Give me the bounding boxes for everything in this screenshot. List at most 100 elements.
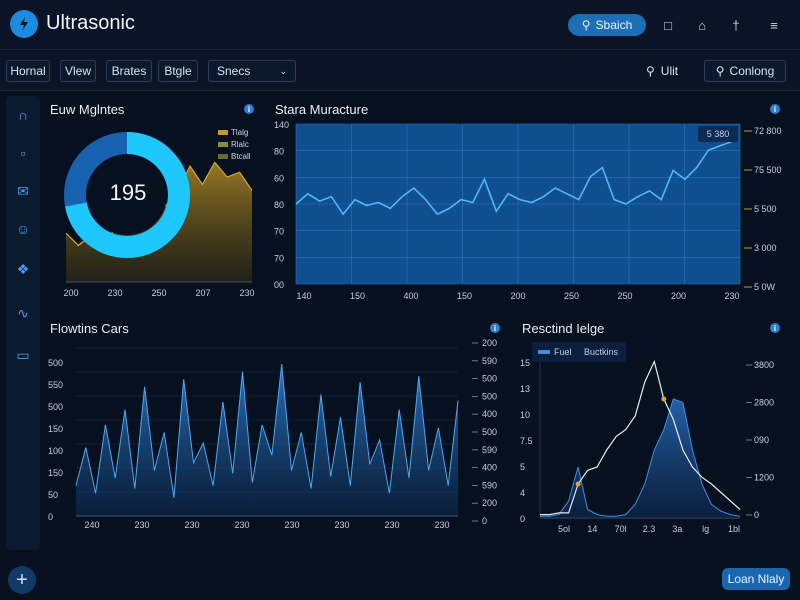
puzzle-icon[interactable]: ❖ (11, 258, 35, 280)
y-right-tick-label: 590 (482, 445, 497, 455)
chevron-down-icon: ⌄ (279, 65, 287, 76)
chart-4-combo: Fuel Buctkins 15 13 10 7.5 5 4 0 5ol 14 70l 2.3 3a lg 1… (520, 342, 774, 534)
y-right-tick-label: 590 (482, 356, 497, 366)
sidebar: ∩ ▫ ✉ ☺ ❖ ∿ ▭ (6, 96, 40, 550)
controls-dropdown[interactable]: ⚲ Conlong (704, 60, 786, 82)
y-tick-label: 80 (274, 200, 284, 210)
y-right-tick-label: 0 (754, 510, 759, 520)
chart-3-area: 500550500150100150500240 230 230 230 230 230 2… (48, 338, 497, 530)
x-tick-label: 230 (434, 520, 449, 530)
info-icon[interactable]: i (490, 323, 500, 333)
segment-view[interactable]: Vlew (60, 60, 96, 82)
panel-title-3: Flowtins Cars (50, 321, 129, 336)
x-tick-label: 150 (457, 291, 472, 301)
y-tick-label: 550 (48, 380, 63, 390)
x-tick-label: lg (702, 524, 709, 534)
info-icon[interactable]: i (770, 323, 780, 333)
y-tick-label: 500 (48, 402, 63, 412)
x-tick-label: 230 (234, 520, 249, 530)
y-right-tick-label: 5 0W (754, 282, 776, 292)
x-tick-label: 1bl (728, 524, 740, 534)
y-right-tick-label: 3800 (754, 360, 774, 370)
x-tick-label: 240 (84, 520, 99, 530)
x-tick-label: 250 (151, 288, 166, 298)
data-point (661, 396, 667, 402)
y-tick-label: 140 (274, 120, 289, 130)
y-tick-label: 80 (274, 147, 284, 157)
x-tick-label: 70l (615, 524, 627, 534)
legend-label: Fuel (554, 347, 572, 357)
info-icon[interactable]: i (770, 104, 780, 114)
monitor-icon[interactable]: ▭ (11, 344, 35, 366)
x-tick-label: 230 (384, 520, 399, 530)
x-tick-label: 200 (671, 291, 686, 301)
x-tick-label: 250 (564, 291, 579, 301)
y-right-tick-label: 200 (482, 338, 497, 348)
legend-label: Buctkins (584, 347, 619, 357)
document-icon[interactable]: ▫ (11, 142, 35, 164)
y-right-tick-label: 400 (482, 409, 497, 419)
panel-title-2: Stara Muracture (275, 102, 369, 117)
y-right-tick-label: 75 500 (754, 165, 782, 175)
y-right-tick-label: 400 (482, 463, 497, 473)
pin-icon[interactable]: † (724, 14, 748, 36)
doc-icon[interactable]: □ (656, 14, 680, 36)
mail-icon[interactable]: ✉ (11, 180, 35, 202)
search-icon: ⚲ (581, 18, 591, 32)
y-right-tick-label: 5 500 (754, 204, 777, 214)
x-tick-label: 400 (403, 291, 418, 301)
y-right-tick-label: 3 000 (754, 243, 777, 253)
y-right-tick-label: 2800 (754, 398, 774, 408)
panel-title-4: Resctind Ielge (522, 321, 605, 336)
x-tick-label: 230 (334, 520, 349, 530)
home-icon[interactable]: ⌂ (690, 14, 714, 36)
add-button[interactable]: + (8, 566, 36, 594)
specs-select[interactable]: Snecs ⌄ (208, 60, 296, 82)
x-tick-label: 230 (134, 520, 149, 530)
segment-btgle[interactable]: Btgle (158, 60, 198, 82)
area-fill (540, 399, 740, 518)
legend-item: Btcall (218, 152, 251, 161)
segment-brates[interactable]: Brates (106, 60, 152, 82)
legend-item: Tlalg (218, 128, 248, 137)
toolbar-search-label: Ulit (660, 64, 679, 78)
segment-normal[interactable]: Hornal (6, 60, 50, 82)
top-bar: Ultrasonic ⚲ Sbaich □ ⌂ † ≡ (0, 0, 800, 50)
menu-icon[interactable]: ≡ (762, 14, 786, 36)
data-point (575, 481, 581, 487)
toolbar-search[interactable]: ⚲ Ulit (646, 60, 694, 82)
x-tick-label: 207 (195, 288, 210, 298)
x-tick-label: 230 (724, 291, 739, 301)
y-tick-label: 70 (274, 227, 284, 237)
annotation-label: 5 380 (707, 129, 730, 139)
y-right-tick-label: 500 (482, 374, 497, 384)
y-right-tick-label: 72 800 (754, 126, 782, 136)
y-right-tick-label: 500 (482, 427, 497, 437)
search-icon: ⚲ (646, 64, 655, 78)
x-tick-label: 230 (284, 520, 299, 530)
x-tick-label: 230 (184, 520, 199, 530)
specs-select-value: Snecs (217, 64, 251, 78)
search-button[interactable]: ⚲ Sbaich (568, 14, 646, 36)
panel-title-1: Euw Mglntes (50, 102, 125, 117)
y-tick-label: 60 (274, 173, 284, 183)
y-tick-label: 4 (520, 488, 525, 498)
legend-swatch (538, 350, 550, 354)
x-tick-label: 14 (587, 524, 597, 534)
y-tick-label: 15 (520, 358, 530, 368)
y-tick-label: 500 (48, 358, 63, 368)
y-right-tick-label: 1200 (754, 473, 774, 483)
info-icon[interactable]: i (244, 104, 254, 114)
y-tick-label: 50 (48, 490, 58, 500)
y-right-tick-label: 0 (482, 516, 487, 526)
search-icon: ⚲ (715, 64, 725, 78)
action-button[interactable]: Loan Nlaly (722, 568, 790, 590)
x-tick-label: 230 (239, 288, 254, 298)
x-tick-label: 5ol (558, 524, 570, 534)
headphones-icon[interactable]: ∩ (11, 104, 35, 126)
person-icon[interactable]: ☺ (11, 218, 35, 240)
x-tick-label: 2.3 (643, 524, 656, 534)
wave-icon[interactable]: ∿ (11, 302, 35, 324)
x-tick-label: 150 (350, 291, 365, 301)
x-tick-label: 3a (672, 524, 682, 534)
